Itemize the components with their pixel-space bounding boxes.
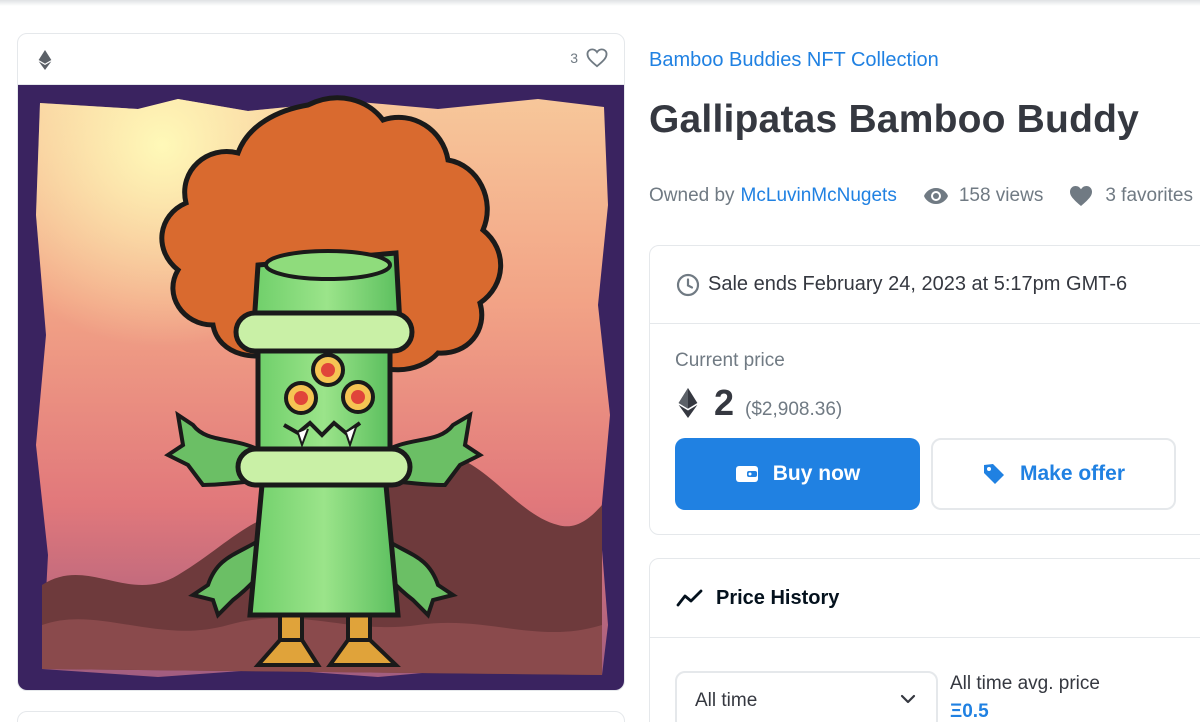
make-offer-button[interactable]: Make offer <box>931 438 1176 510</box>
price-usd-value: ($2,908.36) <box>745 399 843 420</box>
eye-icon <box>923 188 948 204</box>
avg-price-value: Ξ0.5 <box>950 701 989 722</box>
ethereum-icon <box>38 50 52 70</box>
buy-now-label: Buy now <box>772 462 861 485</box>
ethereum-icon <box>678 388 698 418</box>
nft-image-card: 3 <box>17 33 625 691</box>
sale-end-text: Sale ends February 24, 2023 at 5:17pm GM… <box>708 273 1128 295</box>
bamboo-buddy-artwork <box>18 85 624 690</box>
nft-card-header: 3 <box>18 34 624 85</box>
heart-icon[interactable] <box>1069 185 1093 207</box>
heart-icon[interactable] <box>586 48 608 68</box>
time-range-select[interactable]: All time <box>675 671 938 722</box>
current-price-label: Current price <box>675 350 785 371</box>
item-meta-row: Owned by McLuvinMcNugets 158 views 3 fav… <box>649 185 1193 207</box>
nft-artwork[interactable] <box>18 85 624 690</box>
sale-panel: Sale ends February 24, 2023 at 5:17pm GM… <box>649 245 1200 535</box>
favorites-count[interactable]: 3 favorites <box>1105 185 1193 207</box>
favorite-count: 3 <box>570 50 578 66</box>
owned-by-label: Owned by <box>649 185 735 206</box>
wallet-icon <box>735 466 758 482</box>
item-title: Gallipatas Bamboo Buddy <box>649 98 1140 141</box>
top-divider <box>0 0 1200 6</box>
owner-link[interactable]: McLuvinMcNugets <box>741 185 897 207</box>
price-history-title: Price History <box>716 586 840 609</box>
description-card-edge <box>17 711 625 722</box>
chevron-down-icon <box>900 694 916 704</box>
time-range-value: All time <box>695 690 758 711</box>
tag-icon <box>983 464 1004 484</box>
clock-icon <box>676 273 700 296</box>
favorite-control[interactable]: 3 <box>570 48 608 68</box>
collection-link[interactable]: Bamboo Buddies NFT Collection <box>649 49 939 72</box>
sale-header: Sale ends February 24, 2023 at 5:17pm GM… <box>650 246 1200 324</box>
price-history-header[interactable]: Price History <box>650 559 1200 638</box>
make-offer-label: Make offer <box>1019 462 1126 485</box>
buy-now-button[interactable]: Buy now <box>675 438 920 510</box>
price-history-panel: Price History All time All time avg. pri… <box>649 558 1200 722</box>
avg-price-label: All time avg. price <box>950 673 1100 694</box>
price-eth-value: 2 <box>714 382 735 423</box>
current-price: 2 ($2,908.36) <box>678 382 842 424</box>
view-count: 158 views <box>958 185 1044 206</box>
trend-line-icon <box>676 589 703 607</box>
